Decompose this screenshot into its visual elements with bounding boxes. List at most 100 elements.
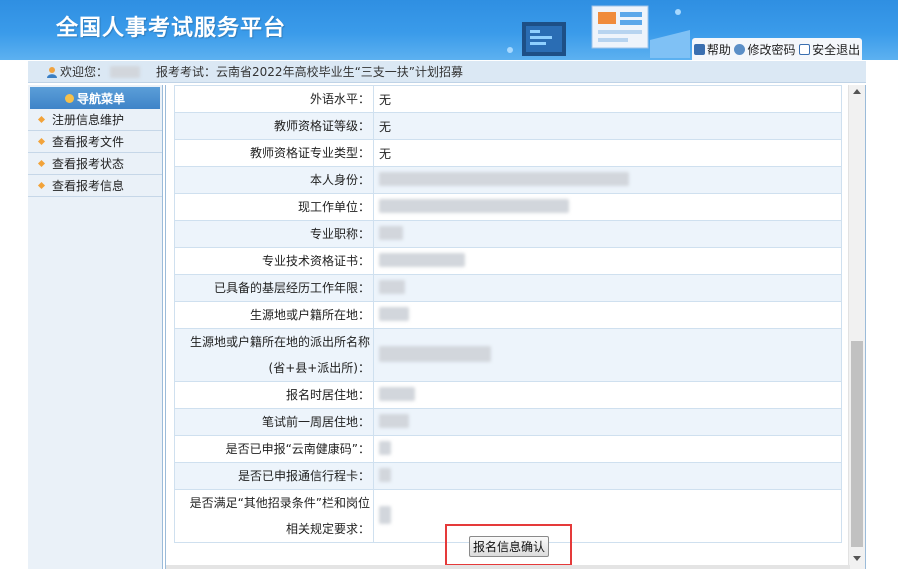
table-row: 是否已申报“云南健康码”： — [174, 435, 842, 463]
redacted-value — [379, 345, 491, 362]
horizontal-scrollbar[interactable] — [166, 565, 850, 569]
field-label-line2: 相关规定要求： — [285, 522, 370, 536]
field-value-redacted — [373, 220, 842, 248]
scroll-down-arrow-icon[interactable] — [853, 556, 861, 561]
field-label-multiline: 生源地或户籍所在地的派出所名称 (省+县+派出所)： — [174, 328, 374, 382]
table-row: 生源地或户籍所在地： — [174, 301, 842, 329]
field-value-redacted — [373, 381, 842, 409]
sidebar-item-exam-info[interactable]: 查看报考信息 — [28, 175, 162, 197]
sidebar-item-label: 查看报考信息 — [52, 179, 125, 193]
key-icon — [734, 43, 746, 55]
field-label: 笔试前一周居住地： — [174, 408, 374, 436]
field-value-redacted — [373, 489, 842, 543]
bullet-icon — [37, 159, 46, 168]
redacted-value — [379, 198, 569, 213]
table-row: 教师资格证等级： 无 — [174, 112, 842, 140]
sidebar-item-exam-status[interactable]: 查看报考状态 — [28, 153, 162, 175]
field-label: 生源地或户籍所在地： — [174, 301, 374, 329]
user-icon — [47, 66, 57, 78]
field-label: 是否已申报“云南健康码”： — [174, 435, 374, 463]
field-label: 已具备的基层经历工作年限： — [174, 274, 374, 302]
banner-illustration — [507, 5, 690, 58]
confirm-highlight: 报名信息确认 — [445, 524, 572, 566]
field-label: 生源地或户籍所在地的派出所名称 — [189, 335, 370, 349]
field-label: 报名时居住地： — [174, 381, 374, 409]
confirm-registration-button[interactable]: 报名信息确认 — [469, 536, 549, 557]
sidebar-item-label: 查看报考文件 — [52, 135, 125, 149]
table-row: 专业技术资格证书： — [174, 247, 842, 275]
change-password-label: 修改密码 — [747, 42, 796, 57]
sidebar-item-label: 查看报考状态 — [52, 157, 125, 171]
field-label-multiline: 是否满足“其他招录条件”栏和岗位 相关规定要求： — [174, 489, 374, 543]
redacted-value — [379, 413, 409, 428]
table-row: 生源地或户籍所在地的派出所名称 (省+县+派出所)： — [174, 328, 842, 382]
field-label: 教师资格证专业类型： — [174, 139, 374, 167]
redacted-value — [379, 467, 391, 482]
field-value-redacted — [373, 166, 842, 194]
help-link[interactable]: 帮助 — [693, 41, 731, 58]
scroll-up-arrow-icon[interactable] — [853, 89, 861, 94]
redacted-value — [379, 440, 391, 455]
redacted-value — [379, 505, 391, 524]
table-row: 现工作单位： — [174, 193, 842, 221]
field-value-redacted — [373, 193, 842, 221]
field-label: 专业技术资格证书： — [174, 247, 374, 275]
sidebar-item-register-info[interactable]: 注册信息维护 — [28, 109, 162, 131]
exam-label: 报考考试： — [156, 65, 217, 79]
help-icon — [693, 43, 705, 55]
field-label: 现工作单位： — [174, 193, 374, 221]
bullet-icon — [37, 115, 46, 124]
bullet-icon — [37, 181, 46, 190]
field-label-line2: (省+县+派出所)： — [268, 361, 370, 375]
exit-icon — [799, 43, 811, 55]
exam-name: 云南省2022年高校毕业生“三支一扶”计划招募 — [216, 65, 464, 79]
registration-info-table: 外语水平： 无 教师资格证等级： 无 教师资格证专业类型： 无 本人身份： 现工… — [174, 85, 842, 543]
field-value: 无 — [373, 112, 842, 140]
header-links: 帮助 修改密码 安全退出 — [692, 38, 862, 60]
bullet-icon — [37, 137, 46, 146]
field-value-redacted — [373, 408, 842, 436]
app-title: 全国人事考试服务平台 — [56, 16, 287, 41]
scrollbar-thumb[interactable] — [851, 341, 863, 547]
field-value-redacted — [373, 462, 842, 490]
field-value: 无 — [373, 85, 842, 113]
table-row: 专业职称： — [174, 220, 842, 248]
field-label: 外语水平： — [174, 85, 374, 113]
field-value-redacted — [373, 328, 842, 382]
redacted-value — [379, 225, 403, 240]
redacted-value — [379, 171, 629, 186]
field-label: 教师资格证等级： — [174, 112, 374, 140]
table-row: 已具备的基层经历工作年限： — [174, 274, 842, 302]
nav-menu-title: 导航菜单 — [76, 91, 125, 106]
chevron-down-icon — [64, 93, 74, 103]
redacted-value — [379, 306, 409, 321]
help-label: 帮助 — [706, 42, 731, 57]
table-row: 外语水平： 无 — [174, 85, 842, 113]
field-value: 无 — [373, 139, 842, 167]
header-banner: 全国人事考试服务平台 帮助 修改密码 安全退出 — [0, 0, 898, 60]
sidebar-item-exam-files[interactable]: 查看报考文件 — [28, 131, 162, 153]
field-value-redacted — [373, 247, 842, 275]
field-value-redacted — [373, 274, 842, 302]
redacted-value — [379, 252, 465, 267]
vertical-scrollbar[interactable] — [848, 85, 865, 569]
field-value-redacted — [373, 435, 842, 463]
info-bar: 欢迎您： 报考考试： 云南省2022年高校毕业生“三支一扶”计划招募 — [28, 61, 866, 83]
sidebar: 导航菜单 注册信息维护 查看报考文件 查看报考状态 查看报考信息 — [28, 85, 163, 569]
redacted-value — [379, 279, 405, 294]
logout-link[interactable]: 安全退出 — [799, 41, 860, 58]
content-frame: 外语水平： 无 教师资格证等级： 无 教师资格证专业类型： 无 本人身份： 现工… — [165, 85, 866, 569]
table-row: 笔试前一周居住地： — [174, 408, 842, 436]
table-row: 教师资格证专业类型： 无 — [174, 139, 842, 167]
field-label: 是否已申报通信行程卡： — [174, 462, 374, 490]
username-redacted — [110, 65, 141, 78]
change-password-link[interactable]: 修改密码 — [734, 41, 795, 58]
field-label: 专业职称： — [174, 220, 374, 248]
redacted-value — [379, 386, 415, 401]
sidebar-item-label: 注册信息维护 — [52, 113, 125, 127]
table-row: 本人身份： — [174, 166, 842, 194]
table-row: 是否已申报通信行程卡： — [174, 462, 842, 490]
welcome-label: 欢迎您： — [60, 65, 109, 79]
table-row: 报名时居住地： — [174, 381, 842, 409]
field-label: 本人身份： — [174, 166, 374, 194]
